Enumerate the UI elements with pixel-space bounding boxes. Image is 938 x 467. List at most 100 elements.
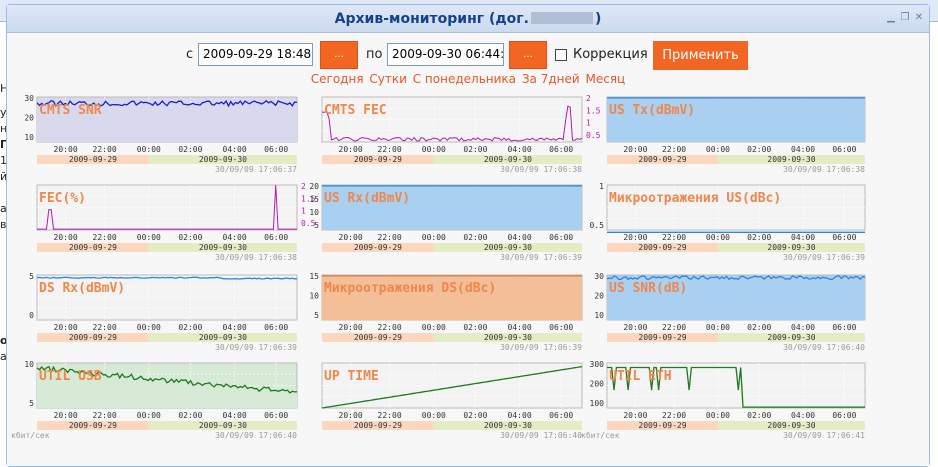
chart-date-label: 2009-09-30 [199, 155, 247, 164]
chart-timestamp: 30/09/09 17:06:40 [500, 431, 582, 440]
chart-xtick-label: 06:00 [832, 145, 856, 154]
chart-timestamp: 30/09/09 17:06:39 [783, 253, 865, 262]
chart-title: UTIL ETH [609, 369, 672, 384]
chart-xtick-label: 20:00 [54, 145, 78, 154]
chart-ytick-label: 1 [599, 182, 604, 191]
chart-right-tick-label: 2 [586, 94, 591, 103]
chart-xtick-label: 00:00 [706, 411, 730, 420]
chart-xtick-label: 06:00 [832, 411, 856, 420]
chart-xtick-label: 06:00 [264, 145, 288, 154]
chart-timestamp: 30/09/09 17:06:41 [783, 431, 865, 440]
chart-date-label: 2009-09-29 [69, 333, 117, 342]
chart-ytick-label: 15 [309, 195, 319, 204]
chart-xtick-label: 04:00 [223, 411, 247, 420]
chart-xtick-label: 00:00 [137, 411, 161, 420]
chart-right-tick-label: 1 [301, 207, 306, 216]
chart-ytick-label: 15 [309, 272, 319, 281]
chart-xtick-label: 20:00 [623, 411, 647, 420]
chart-ytick-label: 10 [309, 292, 319, 301]
chart-xtick-label: 20:00 [339, 323, 363, 332]
chart-xtick-label: 06:00 [264, 233, 288, 242]
chart-title: US Tx(dBmV) [609, 103, 695, 118]
chart-ytick-label: 20 [24, 114, 34, 123]
chart-xtick-label: 02:00 [747, 411, 771, 420]
chart-date-label: 2009-09-30 [199, 243, 247, 252]
chart-ytick-label: 30 [594, 272, 604, 281]
chart-title: Микроотражения DS(dBc) [324, 281, 496, 296]
chart-panel: FEC(%)21.510.520:00 22:00 00:00 02:00 04:00 0… [36, 182, 316, 262]
chart-xtick-label: 20:00 [623, 145, 647, 154]
chart-timestamp: 30/09/09 17:06:37 [215, 165, 297, 174]
chart-date-label: 2009-09-29 [354, 243, 402, 252]
chart-xtick-label: 06:00 [549, 323, 573, 332]
chart-date-label: 2009-09-30 [484, 243, 532, 252]
chart-date-label: 2009-09-29 [638, 421, 686, 430]
chart-title: CMTS SNR [39, 103, 102, 118]
chart-xtick-label: 22:00 [93, 233, 117, 242]
chart-xtick-label: 22:00 [378, 233, 402, 242]
chart-xtick-label: 00:00 [137, 323, 161, 332]
chart-right-tick-label: 1 [586, 119, 591, 128]
chart-ytick-label: 0 [29, 311, 34, 320]
chart-xtick-label: 06:00 [549, 411, 573, 420]
chart-date-label: 2009-09-30 [767, 243, 815, 252]
chart-date-label: 2009-09-29 [638, 155, 686, 164]
chart-timestamp: 30/09/09 17:06:40 [215, 431, 297, 440]
chart-right-tick-label: 2 [301, 182, 306, 191]
chart-title: DS Rx(dBmV) [39, 281, 125, 296]
chart-xtick-label: 06:00 [549, 233, 573, 242]
chart-xtick-label: 02:00 [178, 145, 202, 154]
chart-timestamp: 30/09/09 17:06:38 [500, 165, 582, 174]
chart-unit-label: кбит/сек [11, 430, 50, 440]
chart-xtick-label: 00:00 [706, 145, 730, 154]
chart-date-label: 2009-09-30 [484, 155, 532, 164]
chart-xtick-label: 22:00 [378, 145, 402, 154]
chart-ytick-label: 0.5 [590, 221, 605, 230]
chart-xtick-label: 04:00 [791, 411, 815, 420]
chart-xtick-label: 00:00 [137, 145, 161, 154]
chart-xtick-label: 20:00 [339, 233, 363, 242]
chart-panel: US Rx(dBmV) 20 15 10 5 20:00 22:00 00:00 02:00 04… [309, 182, 583, 262]
chart-date-label: 2009-09-29 [354, 155, 402, 164]
chart-xtick-label: 02:00 [747, 233, 771, 242]
chart-panel: UTIL ETH 300 200 100 20:00 22:00 00:00 02:00 04:… [581, 360, 866, 440]
chart-date-label: 2009-09-29 [354, 333, 402, 342]
chart-ytick-label: 10 [24, 360, 34, 369]
chart-ytick-label: 10 [309, 208, 319, 217]
chart-date-label: 2009-09-29 [69, 155, 117, 164]
chart-xtick-label: 02:00 [178, 233, 202, 242]
chart-panel: US SNR(dB) 30 20 10 20:00 22:00 00:00 02:00 04:0… [594, 272, 866, 352]
chart-xtick-label: 02:00 [463, 233, 487, 242]
charts-grid: CMTS SNR30201020:00 22:00 00:00 02:00 04:00 0… [11, 94, 866, 440]
chart-xtick-label: 04:00 [223, 323, 247, 332]
chart-xtick-label: 02:00 [463, 411, 487, 420]
chart-date-label: 2009-09-30 [484, 421, 532, 430]
chart-ytick-label: 100 [590, 399, 605, 408]
chart-date-label: 2009-09-29 [354, 421, 402, 430]
chart-ytick-label: 300 [590, 360, 605, 369]
chart-date-label: 2009-09-30 [199, 421, 247, 430]
chart-xtick-label: 02:00 [747, 323, 771, 332]
chart-date-label: 2009-09-29 [638, 333, 686, 342]
chart-xtick-label: 04:00 [791, 323, 815, 332]
chart-title: UTIL USB [39, 369, 102, 384]
chart-date-label: 2009-09-30 [484, 333, 532, 342]
chart-panel: Микроотражения US(dBc) 1 0.5 20:00 22:00 00:0… [590, 182, 866, 262]
chart-ytick-label: 5 [29, 272, 34, 281]
chart-title: US Rx(dBmV) [324, 191, 410, 206]
chart-date-label: 2009-09-29 [69, 421, 117, 430]
chart-xtick-label: 22:00 [662, 411, 686, 420]
chart-timestamp: 30/09/09 17:06:39 [500, 343, 582, 352]
chart-timestamp: 30/09/09 17:06:38 [215, 253, 297, 262]
chart-xtick-label: 22:00 [378, 411, 402, 420]
chart-title: Микроотражения US(dBc) [609, 191, 781, 206]
chart-xtick-label: 04:00 [508, 323, 532, 332]
chart-xtick-label: 20:00 [54, 233, 78, 242]
chart-timestamp: 30/09/09 17:06:38 [783, 165, 865, 174]
chart-xtick-label: 06:00 [264, 323, 288, 332]
chart-timestamp: 30/09/09 17:06:40 [783, 343, 865, 352]
chart-xtick-label: 00:00 [137, 233, 161, 242]
chart-timestamp: 30/09/09 17:06:39 [215, 343, 297, 352]
chart-xtick-label: 22:00 [93, 323, 117, 332]
chart-ytick-label: 5 [314, 311, 319, 320]
